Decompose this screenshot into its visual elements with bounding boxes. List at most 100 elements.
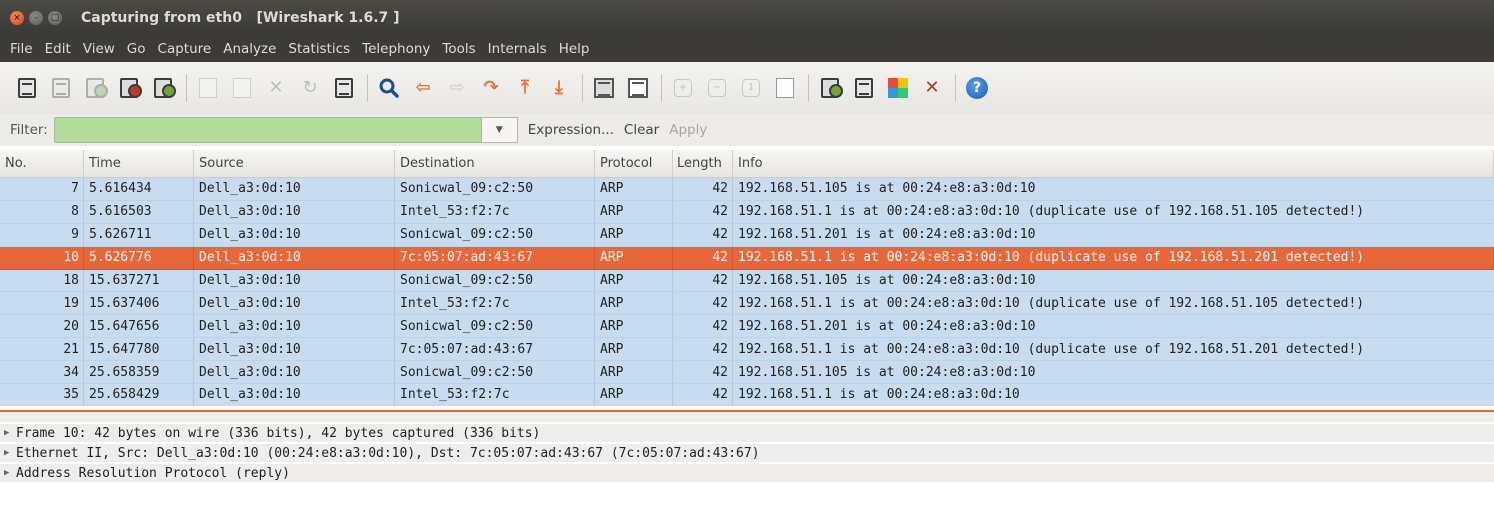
find-packet-icon[interactable] — [376, 75, 402, 101]
column-header-no[interactable]: No. — [0, 150, 84, 177]
go-to-packet-icon[interactable]: ↷ — [478, 75, 504, 101]
cell-length: 42 — [673, 223, 733, 246]
apply-button[interactable]: Apply — [669, 122, 707, 138]
reload-icon[interactable]: ↻ — [297, 75, 323, 101]
clear-button[interactable]: Clear — [624, 122, 659, 138]
cell-length: 42 — [673, 178, 733, 200]
cell-destination: Intel_53:f2:7c — [395, 384, 595, 406]
packet-row[interactable]: 34 25.658359 Dell_a3:0d:10 Sonicwal_09:c2:5… — [0, 361, 1494, 385]
packet-row[interactable]: 9 5.626711 Dell_a3:0d:10 Sonicwal_09:c2:50 A… — [0, 223, 1494, 247]
close-window-button[interactable]: × — [10, 11, 24, 25]
maximize-window-button[interactable]: □ — [48, 11, 62, 25]
preferences-icon[interactable]: ✕ — [919, 75, 945, 101]
filter-input[interactable] — [53, 117, 482, 143]
column-header-time[interactable]: Time — [84, 150, 194, 177]
cell-info: 192.168.51.1 is at 00:24:e8:a3:0d:10 (du… — [738, 204, 1365, 220]
save-file-icon[interactable] — [229, 75, 255, 101]
start-capture-icon[interactable] — [82, 75, 108, 101]
detail-ethernet[interactable]: ▶ Ethernet II, Src: Dell_a3:0d:10 (00:24:… — [0, 444, 1494, 464]
cell-source: Dell_a3:0d:10 — [194, 223, 395, 246]
cell-destination: Sonicwal_09:c2:50 — [395, 315, 595, 338]
pane-splitter[interactable] — [0, 410, 1494, 422]
display-filters-icon[interactable] — [851, 75, 877, 101]
menu-telephony[interactable]: Telephony — [356, 41, 436, 57]
detail-frame[interactable]: ▶ Frame 10: 42 bytes on wire (336 bits), … — [0, 424, 1494, 444]
packet-row[interactable]: 19 15.637406 Dell_a3:0d:10 Intel_53:f2:7c AR… — [0, 292, 1494, 316]
resize-columns-icon[interactable] — [772, 75, 798, 101]
help-icon[interactable]: ? — [964, 75, 990, 101]
cell-protocol: ARP — [595, 292, 673, 315]
cell-info: 192.168.51.105 is at 00:24:e8:a3:0d:10 — [738, 181, 1036, 197]
menu-view[interactable]: View — [77, 41, 121, 57]
menu-tools[interactable]: Tools — [436, 41, 481, 57]
cell-time: 5.616434 — [84, 178, 194, 200]
open-file-icon[interactable] — [195, 75, 221, 101]
restart-capture-icon[interactable] — [150, 75, 176, 101]
cell-no: 21 — [0, 338, 84, 361]
menu-statistics[interactable]: Statistics — [282, 41, 356, 57]
column-header-length[interactable]: Length — [673, 150, 733, 177]
cell-protocol: ARP — [595, 338, 673, 361]
packet-row[interactable]: 20 15.647656 Dell_a3:0d:10 Sonicwal_09:c2:5… — [0, 315, 1494, 339]
filter-label: Filter: — [10, 122, 48, 138]
cell-source: Dell_a3:0d:10 — [194, 292, 395, 315]
packet-row[interactable]: 35 25.658429 Dell_a3:0d:10 Intel_53:f2:7c AR… — [0, 384, 1494, 406]
packet-rows: 7 5.616434 Dell_a3:0d:10 Sonicwal_09:c2:50 A… — [0, 178, 1494, 406]
menu-capture[interactable]: Capture — [152, 41, 218, 57]
column-header-info[interactable]: Info — [733, 150, 1494, 177]
menu-help[interactable]: Help — [553, 41, 596, 57]
cell-source: Dell_a3:0d:10 — [194, 361, 395, 384]
cell-length: 42 — [673, 200, 733, 223]
packet-row[interactable]: 8 5.616503 Dell_a3:0d:10 Intel_53:f2:7c ARP 4… — [0, 200, 1494, 224]
go-back-icon[interactable]: ⇦ — [410, 75, 436, 101]
cell-source: Dell_a3:0d:10 — [194, 178, 395, 200]
menu-analyze[interactable]: Analyze — [217, 41, 282, 57]
cell-info: 192.168.51.105 is at 00:24:e8:a3:0d:10 — [738, 364, 1036, 380]
cell-info: 192.168.51.1 is at 00:24:e8:a3:0d:10 — [738, 387, 1020, 403]
expression-button[interactable]: Expression... — [528, 122, 614, 138]
go-last-icon[interactable]: ⤓ — [546, 75, 572, 101]
packet-row[interactable]: 21 15.647780 Dell_a3:0d:10 7c:05:07:ad:43:6… — [0, 338, 1494, 362]
menu-file[interactable]: File — [4, 41, 39, 57]
toolbar-separator — [808, 74, 809, 102]
filter-dropdown-icon[interactable]: ▼ — [481, 117, 518, 143]
normal-size-icon[interactable]: 1 — [738, 75, 764, 101]
cell-time: 5.626711 — [84, 223, 194, 246]
autoscroll-icon[interactable] — [625, 75, 651, 101]
detail-frame-text: Frame 10: 42 bytes on wire (336 bits), 4… — [16, 425, 541, 441]
colorize-list-icon[interactable] — [591, 75, 617, 101]
print-icon[interactable] — [331, 75, 357, 101]
cell-destination: 7c:05:07:ad:43:67 — [395, 338, 595, 361]
close-file-icon[interactable]: ✕ — [263, 75, 289, 101]
menu-go[interactable]: Go — [121, 41, 152, 57]
minimize-window-button[interactable]: – — [29, 11, 43, 25]
expand-arrow-icon[interactable]: ▶ — [4, 468, 16, 478]
packet-row[interactable]: 7 5.616434 Dell_a3:0d:10 Sonicwal_09:c2:50 A… — [0, 178, 1494, 201]
packet-row[interactable]: 18 15.637271 Dell_a3:0d:10 Sonicwal_09:c2:5… — [0, 269, 1494, 293]
menu-edit[interactable]: Edit — [39, 41, 77, 57]
expand-arrow-icon[interactable]: ▶ — [4, 428, 16, 438]
column-header-source[interactable]: Source — [194, 150, 395, 177]
go-forward-icon[interactable]: ⇨ — [444, 75, 470, 101]
capture-filters-icon[interactable] — [817, 75, 843, 101]
cell-protocol: ARP — [595, 246, 673, 269]
stop-capture-icon[interactable] — [116, 75, 142, 101]
column-header-destination[interactable]: Destination — [395, 150, 595, 177]
cell-no: 10 — [0, 246, 84, 269]
menu-internals[interactable]: Internals — [482, 41, 553, 57]
interfaces-icon[interactable] — [14, 75, 40, 101]
title-bar: × – □ Capturing from eth0 [Wireshark 1.6… — [0, 0, 1494, 36]
coloring-rules-icon[interactable] — [885, 75, 911, 101]
capture-options-icon[interactable] — [48, 75, 74, 101]
expand-arrow-icon[interactable]: ▶ — [4, 448, 16, 458]
cell-time: 15.647780 — [84, 338, 194, 361]
go-first-icon[interactable]: ⤒ — [512, 75, 538, 101]
detail-arp[interactable]: ▶ Address Resolution Protocol (reply) — [0, 464, 1494, 484]
zoom-in-icon[interactable]: + — [670, 75, 696, 101]
cell-protocol: ARP — [595, 384, 673, 406]
packet-row[interactable]: 10 5.626776 Dell_a3:0d:10 7c:05:07:ad:43:67… — [0, 246, 1494, 270]
column-header-protocol[interactable]: Protocol — [595, 150, 673, 177]
cell-source: Dell_a3:0d:10 — [194, 338, 395, 361]
cell-source: Dell_a3:0d:10 — [194, 246, 395, 269]
zoom-out-icon[interactable]: − — [704, 75, 730, 101]
